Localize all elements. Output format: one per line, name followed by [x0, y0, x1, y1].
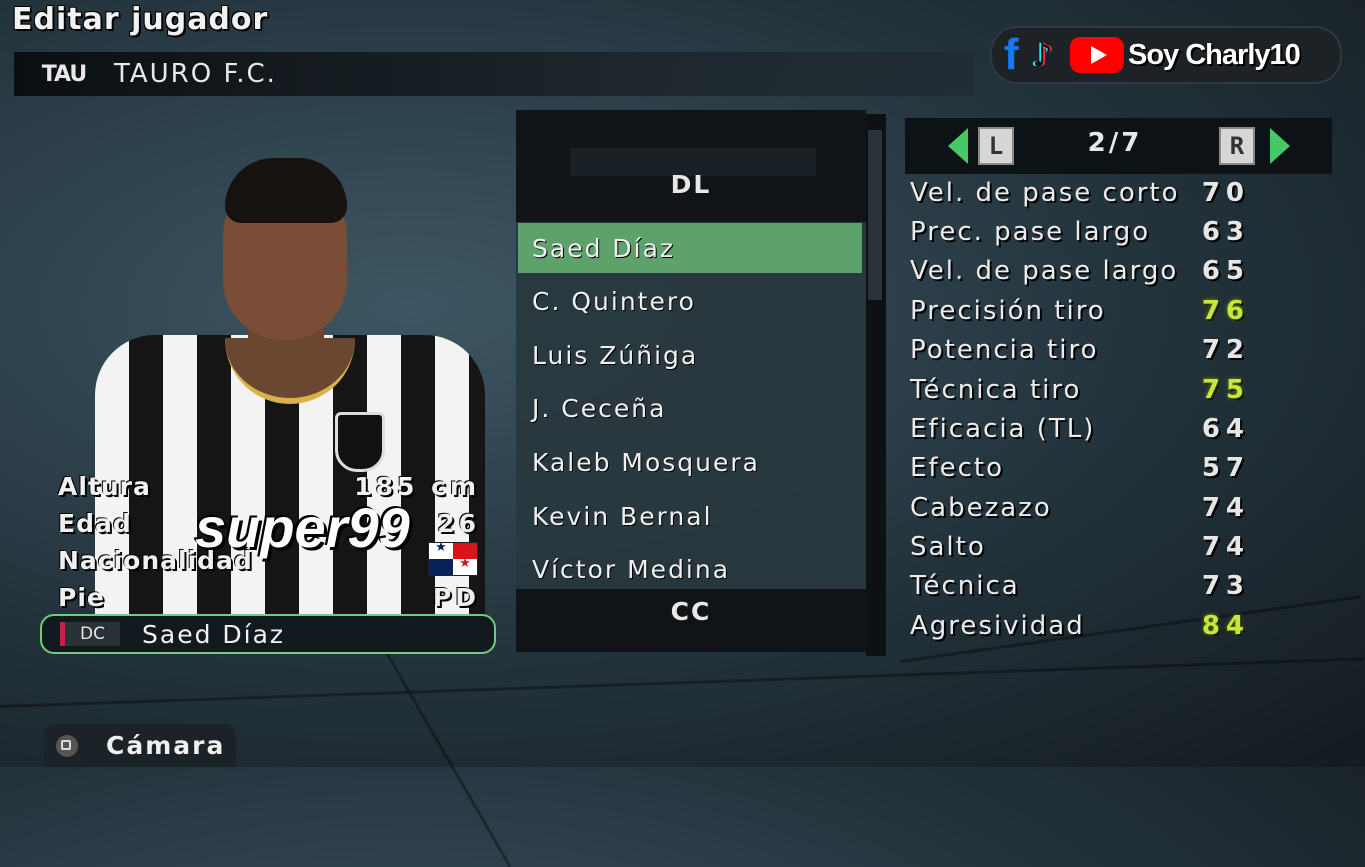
stat-row: Prec. pase largo 63	[910, 217, 1250, 255]
team-name: TAURO F.C.	[114, 59, 277, 89]
group-label-bottom: CC	[670, 597, 712, 626]
stat-value: 73	[1201, 571, 1250, 601]
list-item-label: J. Ceceña	[532, 393, 667, 423]
brand-text: Soy Charly10	[1128, 38, 1301, 71]
list-scrollbar-thumb[interactable]	[868, 130, 882, 300]
info-label-foot: Pie	[58, 583, 105, 612]
list-item-label: Saed Díaz	[532, 233, 676, 263]
stat-label: Potencia tiro	[910, 335, 1099, 365]
stat-row: Técnica tiro 75	[910, 375, 1250, 413]
info-value-height: 185 cm	[354, 472, 480, 501]
stat-row: Salto 74	[910, 532, 1250, 570]
brand-watermark: f ♪ Soy Charly10	[990, 26, 1342, 84]
position-badge: DC	[60, 622, 120, 646]
list-item-player[interactable]: Luis Zúñiga	[518, 330, 862, 380]
stat-row: Cabezazo 74	[910, 493, 1250, 531]
stat-label: Vel. de pase corto	[910, 178, 1180, 208]
panama-flag-icon: ★ ★	[428, 540, 478, 576]
stat-value: 65	[1201, 256, 1250, 286]
list-item-player[interactable]: Saed Díaz	[518, 223, 862, 273]
stat-row: Precisión tiro 76	[910, 296, 1250, 334]
stat-value: 75	[1201, 375, 1250, 405]
team-bar: TAU TAURO F.C.	[14, 52, 974, 96]
floor-line	[378, 640, 512, 867]
team-crest-icon	[335, 412, 385, 472]
list-item-label: C. Quintero	[532, 286, 696, 316]
info-label-nationality: Nacionalidad	[58, 546, 253, 575]
stat-label: Prec. pase largo	[910, 217, 1151, 247]
selected-player-bar: DC Saed Díaz	[40, 614, 496, 654]
list-item-player[interactable]: J. Ceceña	[518, 383, 862, 433]
stat-value: 84	[1201, 611, 1250, 641]
square-button-icon	[56, 734, 78, 757]
stat-value: 74	[1201, 532, 1250, 562]
list-item-label: Kevin Bernal	[532, 501, 713, 531]
screen-title: Editar jugador	[12, 2, 269, 37]
stat-label: Técnica tiro	[910, 375, 1082, 405]
list-item-player[interactable]: C. Quintero	[518, 276, 862, 326]
info-label-height: Altura	[58, 472, 151, 501]
stat-row: Efecto 57	[910, 453, 1250, 491]
floor-line	[0, 657, 1365, 708]
stat-row: Vel. de pase largo 65	[910, 256, 1250, 294]
page-left-button[interactable]: L	[978, 127, 1014, 165]
stat-label: Eficacia (TL)	[910, 414, 1096, 444]
stat-value: 74	[1201, 493, 1250, 523]
stat-row: Agresividad 84	[910, 611, 1250, 649]
tiktok-icon: ♪	[1032, 36, 1053, 74]
stat-label: Vel. de pase largo	[910, 256, 1179, 286]
list-item-player[interactable]: Víctor Medina	[518, 544, 862, 594]
stat-row: Eficacia (TL) 64	[910, 414, 1250, 452]
stat-value: 72	[1201, 335, 1250, 365]
info-label-age: Edad	[58, 509, 132, 538]
stat-row: Vel. de pase corto 70	[910, 178, 1250, 216]
team-abbr: TAU	[41, 61, 88, 87]
stat-label: Técnica	[910, 571, 1020, 601]
facebook-icon: f	[1004, 30, 1019, 79]
stat-row: Técnica 73	[910, 571, 1250, 609]
stat-row: Potencia tiro 72	[910, 335, 1250, 373]
info-value-foot: PD	[432, 583, 480, 612]
stat-value: 76	[1201, 296, 1250, 326]
list-item-label: Kaleb Mosquera	[532, 447, 760, 477]
selected-player-name: Saed Díaz	[142, 619, 286, 649]
list-item-player[interactable]: Kaleb Mosquera	[518, 437, 862, 487]
youtube-icon	[1070, 37, 1124, 73]
camera-label: Cámara	[106, 731, 226, 760]
stat-label: Agresividad	[910, 611, 1085, 641]
page-right-button[interactable]: R	[1219, 127, 1255, 165]
player-hair	[225, 158, 347, 223]
stat-value: 70	[1201, 178, 1250, 208]
stat-value: 63	[1201, 217, 1250, 247]
arrow-left-icon[interactable]	[948, 128, 968, 164]
list-item-player[interactable]: Kevin Bernal	[518, 491, 862, 541]
group-label-top: DL	[670, 170, 712, 199]
list-item-label: Luis Zúñiga	[532, 340, 699, 370]
page-indicator: 2/7	[1087, 128, 1143, 158]
stat-label: Precisión tiro	[910, 296, 1106, 326]
list-item-label: Víctor Medina	[532, 554, 731, 584]
stat-label: Salto	[910, 532, 986, 562]
arrow-right-icon[interactable]	[1270, 128, 1290, 164]
stat-value: 57	[1201, 453, 1250, 483]
stat-label: Efecto	[910, 453, 1004, 483]
stat-label: Cabezazo	[910, 493, 1052, 523]
camera-button[interactable]: Cámara	[44, 724, 236, 767]
stat-value: 64	[1201, 414, 1250, 444]
info-value-age: 26	[437, 509, 480, 538]
